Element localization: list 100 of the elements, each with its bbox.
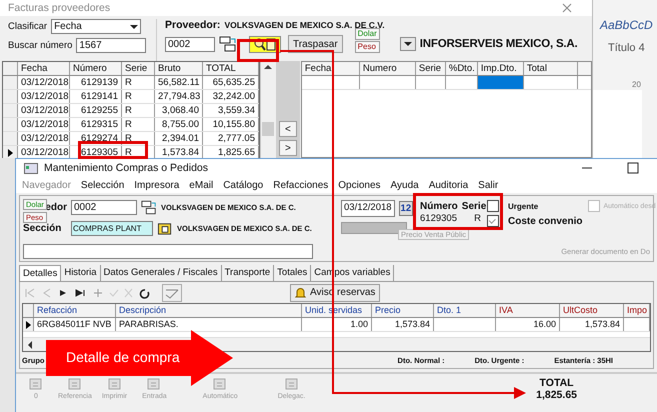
series-label: Serie xyxy=(462,201,486,212)
app-icon xyxy=(24,162,38,174)
table-cell: 03/12/2018 xyxy=(18,132,70,145)
table-cell: R xyxy=(122,118,155,131)
ruler-mark: 20 xyxy=(632,80,641,89)
table-cell: R xyxy=(122,132,155,145)
toolbar-icon xyxy=(284,377,300,391)
column-header[interactable]: %Dto. xyxy=(446,62,478,75)
search-field[interactable]: 1567 xyxy=(76,38,146,53)
checkbox[interactable] xyxy=(487,200,499,212)
currency-toggle[interactable]: Peso xyxy=(354,40,380,52)
tab[interactable]: Transporte xyxy=(222,265,274,281)
menu-item[interactable]: Auditoria xyxy=(428,180,468,190)
table-cell: 16.00 xyxy=(496,318,560,331)
menu-item[interactable]: Impresora xyxy=(134,180,180,190)
menu-item[interactable]: Catálogo xyxy=(223,180,264,190)
tab[interactable]: Datos Generales / Fiscales xyxy=(100,265,222,281)
supplier-code-field[interactable]: 0002 xyxy=(71,200,137,215)
table-cell: 1,573.84 xyxy=(560,318,624,331)
tab[interactable]: Totales xyxy=(274,265,312,281)
folder-icon[interactable] xyxy=(157,221,173,236)
table-cell: R xyxy=(122,76,155,89)
table-cell: R xyxy=(122,104,155,117)
supplier-label: Proveedor: xyxy=(165,19,220,31)
column-header[interactable]: Impo xyxy=(624,304,650,317)
lookup-icon[interactable] xyxy=(141,200,157,215)
table-cell: 1.00 xyxy=(302,318,372,331)
table-cell: 8,755.00 xyxy=(155,118,203,131)
column-header[interactable]: Descripción xyxy=(116,304,302,317)
spellcheck-icon[interactable] xyxy=(162,284,182,302)
menu-item[interactable]: Ayuda xyxy=(390,180,419,190)
column-header[interactable]: Imp.Dto. xyxy=(478,62,524,75)
table-cell: 6129255 xyxy=(70,104,122,117)
column-header[interactable]: Fecha xyxy=(18,62,70,75)
column-header[interactable]: Dto. 1 xyxy=(434,304,496,317)
supplier-code-field[interactable]: 0002 xyxy=(165,36,215,52)
supplier-name: VOLKSVAGEN DE MEXICO S.A. DE C.V. xyxy=(224,20,385,30)
table-cell: 1,573.84 xyxy=(372,318,434,331)
date-field[interactable]: 03/12/2018 xyxy=(341,200,395,217)
magnifier-document-icon xyxy=(254,38,276,50)
style-sample[interactable]: AaBbCcD xyxy=(600,18,653,32)
table-cell: 10,155.80 xyxy=(203,118,259,131)
transfer-button[interactable]: Traspasar xyxy=(288,35,343,53)
lookup-icon[interactable] xyxy=(219,36,237,52)
number-label: Número xyxy=(420,201,458,212)
table-cell: 03/12/2018 xyxy=(18,76,70,89)
tab[interactable]: Historia xyxy=(61,265,101,281)
calendar-button[interactable]: 12 xyxy=(398,201,414,216)
menu-item[interactable]: eMail xyxy=(189,180,214,190)
table-cell: 3,559.34 xyxy=(203,104,259,117)
previous-button[interactable]: < xyxy=(278,121,297,137)
column-header[interactable]: UltCosto xyxy=(560,304,624,317)
company-name: INFORSERVEIS MEXICO, S.A. xyxy=(420,38,578,50)
notes-field[interactable] xyxy=(23,244,313,259)
table-cell: 3,068.40 xyxy=(155,104,203,117)
menu-item[interactable]: Opciones xyxy=(338,180,381,190)
menu-item[interactable]: Selección xyxy=(80,180,124,190)
toolbar-icon xyxy=(146,377,162,391)
total-value: 1,825.65 xyxy=(536,389,577,401)
column-header[interactable]: Numero xyxy=(360,62,416,75)
table-cell: 6129315 xyxy=(70,118,122,131)
checkbox-label: Coste convenio xyxy=(508,216,582,226)
currency-toggle[interactable]: Dolar xyxy=(354,28,380,40)
checkbox-label: Urgente xyxy=(508,202,538,210)
company-dropdown[interactable] xyxy=(400,37,416,51)
column-header[interactable]: Precio xyxy=(372,304,434,317)
column-header[interactable]: IVA xyxy=(496,304,560,317)
selected-cell[interactable] xyxy=(478,76,524,89)
table-cell: 32,242.00 xyxy=(203,90,259,103)
style-name[interactable]: Título 4 xyxy=(608,42,645,54)
menu-item[interactable]: Refacciones xyxy=(273,180,328,190)
column-header[interactable]: Fecha xyxy=(302,62,360,75)
column-header[interactable]: Bruto xyxy=(155,62,203,75)
column-header[interactable]: Número xyxy=(70,62,122,75)
table-cell: 6129141 xyxy=(70,90,122,103)
column-header[interactable]: Refacción xyxy=(34,304,116,317)
scrollbar[interactable] xyxy=(260,61,276,158)
tab[interactable]: Detalles xyxy=(19,265,62,281)
bell-icon xyxy=(295,286,306,298)
column-header[interactable]: TOTAL xyxy=(203,62,259,75)
next-button[interactable]: > xyxy=(278,140,297,156)
sort-label: Clasificar xyxy=(8,21,48,32)
maximize-icon[interactable] xyxy=(627,162,639,174)
window-title: Mantenimiento Compras o Pedidos xyxy=(44,162,208,174)
section-label: Sección xyxy=(23,223,62,234)
column-header[interactable]: Total xyxy=(524,62,578,75)
table-cell: 6RG845011F NVB xyxy=(34,318,116,331)
close-icon[interactable] xyxy=(562,3,572,13)
column-header[interactable]: Serie xyxy=(416,62,446,75)
checkbox[interactable] xyxy=(487,215,499,227)
section-field[interactable]: COMPRAS PLANT xyxy=(71,221,153,236)
toolbar-icon xyxy=(66,377,83,391)
column-header[interactable]: Serie xyxy=(122,62,155,75)
menu-item[interactable]: Salir xyxy=(478,180,498,190)
highlight-box xyxy=(78,141,148,159)
series-value: R xyxy=(474,213,481,224)
table-cell: 56,582.11 xyxy=(155,76,203,89)
sort-dropdown[interactable]: Fecha xyxy=(51,19,142,34)
table-cell: 65,635.25 xyxy=(203,76,259,89)
toolbar-icon xyxy=(212,377,228,391)
